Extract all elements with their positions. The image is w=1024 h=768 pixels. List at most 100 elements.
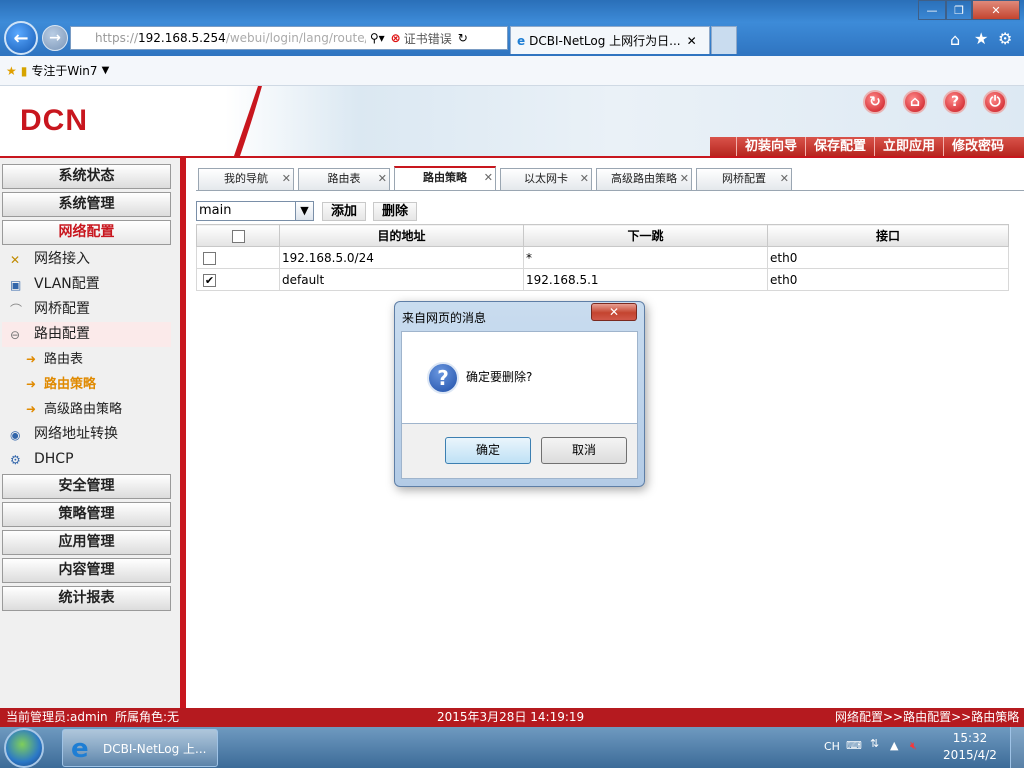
column-header-next-hop[interactable]: 下一跳 [523, 224, 768, 247]
tab-advanced-route-policy[interactable]: 高级路由策略 ✕ [596, 168, 692, 190]
table-header-row: 目的地址 下一跳 接口 [196, 224, 1009, 247]
chevron-down-icon[interactable]: ▼ [102, 65, 110, 76]
url-scheme: https:// [95, 31, 139, 45]
maximize-button[interactable]: ❐ [946, 0, 972, 20]
home-icon[interactable]: ⌂ [950, 30, 960, 49]
sidebar-item-label: VLAN配置 [34, 276, 100, 292]
row-select-cell: ✔ [196, 268, 280, 291]
help-circle-icon[interactable]: ? [943, 90, 967, 114]
favorites-star-add-icon[interactable]: ★ [6, 64, 17, 78]
status-admin: 当前管理员:admin [6, 710, 108, 724]
sidebar-security-management[interactable]: 安全管理 [2, 474, 171, 499]
home-circle-icon[interactable]: ⌂ [903, 90, 927, 114]
network-icon[interactable]: ⇅ [870, 737, 879, 750]
select-value: main [199, 203, 232, 218]
volume-muted-icon[interactable]: 🔇︎ [910, 739, 917, 753]
table-row[interactable]: ✔ default 192.168.5.1 eth0 [196, 268, 1009, 291]
sidebar-item-nat[interactable]: ◉ 网络地址转换 [2, 422, 171, 447]
sidebar-item-advanced-route-policy[interactable]: ➜ 高级路由策略 [2, 397, 171, 422]
clock[interactable]: 15:32 2015/4/2 [940, 730, 1000, 764]
status-datetime: 2015年3月28日 14:19:19 [437, 710, 585, 724]
table-row[interactable]: 192.168.5.0/24 * eth0 [196, 246, 1009, 269]
change-password-button[interactable]: 修改密码 [943, 137, 1012, 157]
url-host: 192.168.5.254 [138, 31, 226, 45]
tab-close-icon[interactable]: ✕ [680, 169, 689, 189]
dialog-ok-button[interactable]: 确定 [445, 437, 531, 464]
apply-now-button[interactable]: 立即应用 [874, 137, 943, 157]
sidebar-app-management[interactable]: 应用管理 [2, 530, 171, 555]
dcn-logo: DCN [20, 104, 88, 137]
sidebar-system-status[interactable]: 系统状态 [2, 164, 171, 189]
sidebar-network-config[interactable]: 网络配置 [2, 220, 171, 245]
close-window-button[interactable]: ✕ [972, 0, 1020, 20]
sidebar-statistics-report[interactable]: 统计报表 [2, 586, 171, 611]
favorites-item[interactable]: 专注于Win7 [31, 62, 97, 79]
tray-expand-icon[interactable]: ▲ [890, 739, 898, 752]
cert-error-text[interactable]: 证书错误 [404, 30, 452, 47]
show-desktop-button[interactable] [1010, 727, 1024, 768]
new-tab-button[interactable] [711, 26, 737, 54]
sidebar-splitter[interactable] [180, 158, 186, 708]
minimize-button[interactable]: — [918, 0, 946, 20]
sidebar-item-bridge[interactable]: ⌒ 网桥配置 [2, 297, 171, 322]
sidebar-item-route-table[interactable]: ➜ 路由表 [2, 347, 171, 372]
tab-close-icon[interactable]: ✕ [580, 169, 589, 189]
save-config-button[interactable]: 保存配置 [805, 137, 874, 157]
settings-gear-icon[interactable]: ⚙ [998, 29, 1012, 48]
router-icon: ⊖ [10, 328, 21, 342]
sidebar-item-vlan[interactable]: ▣ VLAN配置 [2, 272, 171, 297]
column-header-dest[interactable]: 目的地址 [279, 224, 524, 247]
search-icon[interactable]: ⚲▾ [370, 31, 385, 45]
chevron-down-icon[interactable]: ▼ [295, 202, 313, 220]
input-language[interactable]: CH [824, 740, 840, 753]
row-checkbox[interactable] [203, 251, 216, 265]
logout-circle-icon[interactable]: ⏻ [983, 90, 1007, 114]
keyboard-icon[interactable]: ⌨ [846, 739, 862, 752]
sidebar-content-management[interactable]: 内容管理 [2, 558, 171, 583]
route-table-select[interactable]: main ▼ [196, 201, 314, 221]
sidebar-system-management[interactable]: 系统管理 [2, 192, 171, 217]
start-button[interactable] [4, 728, 44, 768]
delete-button[interactable]: 删除 [373, 202, 417, 221]
back-button[interactable]: ← [4, 21, 38, 55]
taskbar-ie-task[interactable]: e DCBI-NetLog 上... [62, 729, 218, 767]
tab-close-icon[interactable]: ✕ [780, 169, 789, 189]
cell-dest: default [279, 268, 524, 291]
dialog-close-button[interactable]: ✕ [591, 303, 637, 321]
refresh-icon[interactable]: ↻ [458, 31, 468, 45]
row-checkbox-checked[interactable]: ✔ [203, 273, 216, 287]
tab-route-policy[interactable]: 路由策略 ✕ [394, 166, 496, 191]
address-bar[interactable]: https:// 192.168.5.254 /webui/login/lang… [70, 26, 508, 50]
clock-date: 2015/4/2 [943, 748, 997, 762]
breadcrumb: 网络配置>>路由配置>>路由策略 [835, 710, 1020, 724]
sidebar-policy-management[interactable]: 策略管理 [2, 502, 171, 527]
sidebar-item-routing[interactable]: ⊖ 路由配置 [2, 322, 171, 347]
dialog-message: 确定要删除? [466, 370, 533, 384]
nat-icon: ◉ [10, 428, 21, 442]
tab-close-icon[interactable]: ✕ [484, 168, 493, 188]
tab-route-table[interactable]: 路由表 ✕ [298, 168, 390, 190]
tab-bridge-config[interactable]: 网桥配置 ✕ [696, 168, 792, 190]
tab-ethernet[interactable]: 以太网卡 ✕ [500, 168, 592, 190]
tab-close-icon[interactable]: ✕ [378, 169, 387, 189]
refresh-circle-icon[interactable]: ↻ [863, 90, 887, 114]
cert-error-icon[interactable]: ⊗ [391, 31, 401, 45]
add-button[interactable]: 添加 [322, 202, 366, 221]
sidebar: 系统状态 系统管理 网络配置 ✕ 网络接入 ▣ VLAN配置 ⌒ 网桥配置 ⊖ … [0, 158, 180, 708]
select-all-checkbox[interactable] [231, 229, 245, 243]
dialog-cancel-button[interactable]: 取消 [541, 437, 627, 464]
arrow-icon: ➜ [26, 377, 37, 391]
column-header-iface[interactable]: 接口 [767, 224, 1009, 247]
setup-wizard-button[interactable]: 初装向导 [736, 137, 805, 157]
sidebar-item-dhcp[interactable]: ⚙ DHCP [2, 447, 171, 472]
sidebar-item-route-policy[interactable]: ➜ 路由策略 [2, 372, 171, 397]
tab-close-icon[interactable]: ✕ [687, 34, 697, 48]
select-all-cell [196, 224, 280, 247]
browser-tab[interactable]: e DCBI-NetLog 上网行为日... ✕ [510, 26, 710, 54]
forward-button[interactable]: → [42, 25, 68, 51]
sidebar-item-network-access[interactable]: ✕ 网络接入 [2, 247, 171, 272]
favorites-star-icon[interactable]: ★ [974, 29, 988, 48]
tab-label: 路由表 [327, 172, 361, 185]
tab-my-navigation[interactable]: 我的导航 ✕ [198, 168, 294, 190]
tab-close-icon[interactable]: ✕ [282, 169, 291, 189]
